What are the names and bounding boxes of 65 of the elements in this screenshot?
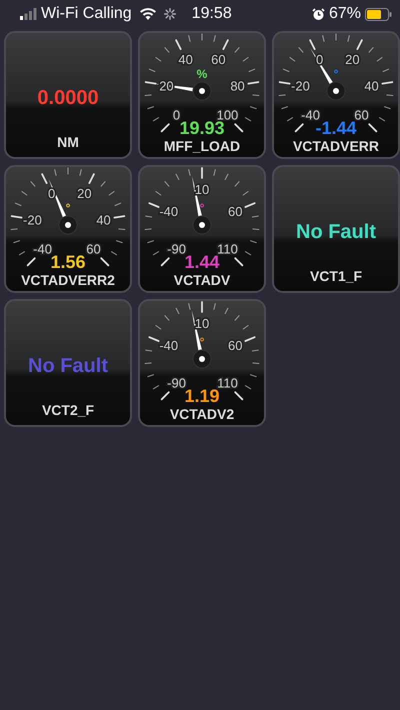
dial-label: 10 [194, 182, 210, 197]
dial-label: 10 [194, 316, 210, 331]
needle-hub [192, 216, 212, 234]
clock-time: 19:58 [192, 4, 232, 24]
gauge-name: MFF_LOAD [164, 138, 240, 154]
gauge-name: VCTADV [174, 272, 230, 288]
dial-label: -40 [33, 241, 52, 256]
dial-label: -20 [23, 212, 42, 228]
battery-icon [365, 8, 392, 20]
gauge-name: VCTADVERR [292, 138, 380, 154]
unit-label: ° [66, 201, 70, 215]
needle-hub [192, 350, 212, 368]
readout-name: NM [56, 133, 80, 152]
readout-name: VCT1_F [308, 267, 364, 286]
wifi-icon [140, 8, 156, 20]
carrier-label: Wi-Fi Calling [41, 4, 132, 24]
needle-hub [326, 82, 346, 100]
dial-label: 0 [48, 186, 56, 201]
gauge-value: 1.44 [184, 252, 220, 272]
needle-hub [58, 216, 78, 234]
dial-label: 60 [228, 204, 242, 220]
readout-panel[interactable]: 0.0000 NM [4, 31, 132, 159]
dial-label: 40 [364, 78, 379, 94]
gauge-name: VCTADV2 [170, 406, 234, 422]
dial-label: -40 [159, 204, 178, 220]
readout-value: 0.0000 [36, 86, 100, 111]
unit-label: % [196, 67, 208, 81]
dial-label: 60 [86, 241, 101, 256]
battery-percent: 67% [328, 4, 361, 24]
dial-label: 20 [77, 186, 92, 201]
dial-label: 80 [230, 78, 245, 94]
unit-label: ° [334, 67, 338, 81]
readout-value: No Fault [295, 220, 377, 245]
gauge-panel[interactable]: -40 -20 0 20 40 60 ° 1.56 VCTADVERR2 [4, 165, 132, 293]
dial-label: -90 [167, 375, 186, 390]
needle-hub [192, 82, 212, 100]
dial-label: 40 [178, 52, 193, 67]
dial-label: -20 [291, 78, 310, 94]
readout-panel[interactable]: No Fault VCT1_F [272, 165, 400, 293]
alarm-icon [312, 8, 325, 20]
dial-label: 0 [316, 52, 324, 67]
dial-label: 110 [217, 375, 238, 390]
gauge-panel[interactable]: -40 -20 0 20 40 60 ° -1.44 VCTADVERR [272, 31, 400, 159]
gauge-value: 1.19 [184, 386, 220, 406]
dial-label: 60 [228, 338, 242, 354]
dial-label: 60 [211, 52, 226, 67]
readout-value: No Fault [27, 354, 109, 379]
dial-label: 60 [354, 107, 369, 122]
unit-label: ° [200, 201, 204, 215]
gauge-name: VCTADVERR2 [21, 272, 115, 288]
dial-label: -40 [301, 107, 320, 122]
gauge-panel[interactable]: -90 -40 10 60 110 ° 1.19 VCTADV2 [138, 299, 266, 427]
gauge-value: 1.56 [50, 252, 86, 272]
dial-label: 110 [217, 241, 238, 256]
loading-spinner-icon [164, 8, 176, 20]
gauge-panel[interactable]: -90 -40 10 60 110 ° 1.44 VCTADV [138, 165, 266, 293]
readout-name: VCT2_F [40, 401, 96, 420]
readout-panel[interactable]: No Fault VCT2_F [4, 299, 132, 427]
dial-label: -90 [167, 241, 186, 256]
dial-label: -40 [159, 338, 178, 354]
signal-icon [20, 8, 37, 20]
dial-label: 40 [96, 212, 111, 228]
dial-label: 0 [172, 107, 180, 122]
unit-label: ° [200, 335, 204, 349]
dial-label: 20 [345, 52, 360, 67]
